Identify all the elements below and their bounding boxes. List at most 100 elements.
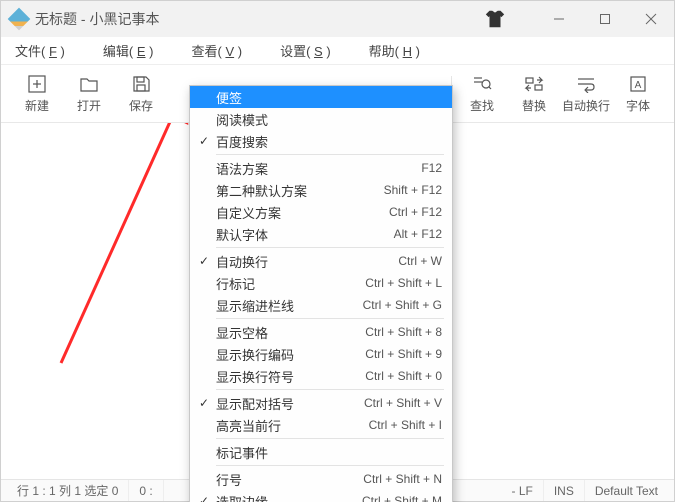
app-window: 无标题 - 小黑记事本 文件( F ) 编辑( E ) 查看( V ) 设置( … (0, 0, 675, 502)
wrap-icon (575, 74, 597, 94)
menu-item-label: 行标记 (214, 274, 355, 293)
menu-item-shortcut: Ctrl + Shift + L (355, 276, 442, 290)
menu-item-label: 默认字体 (214, 225, 384, 244)
search-icon (471, 74, 493, 94)
menu-separator (216, 247, 444, 248)
menu-separator (216, 438, 444, 439)
check-icon: ✓ (194, 134, 214, 148)
save-label: 保存 (129, 97, 153, 114)
status-line-ending: - LF (501, 480, 543, 501)
find-label: 查找 (470, 97, 494, 114)
status-insert-mode: INS (544, 480, 585, 501)
check-icon: ✓ (194, 494, 214, 502)
menu-item-label: 显示换行符号 (214, 367, 355, 386)
app-icon (8, 8, 31, 31)
menu-item-label: 语法方案 (214, 159, 411, 178)
wrap-label: 自动换行 (562, 97, 610, 114)
menu-item-shortcut: Ctrl + Shift + 8 (355, 325, 442, 339)
status-counter: 0 : (129, 480, 163, 501)
menu-separator (216, 389, 444, 390)
view-menu-item[interactable]: 显示缩进栏线Ctrl + Shift + G (190, 294, 452, 316)
close-button[interactable] (628, 4, 674, 34)
menu-item-label: 选取边缘 (214, 492, 352, 502)
font-label: 字体 (626, 97, 650, 114)
menu-separator (216, 318, 444, 319)
find-button[interactable]: 查找 (456, 74, 508, 114)
svg-text:A: A (635, 80, 642, 91)
view-menu-item[interactable]: 自定义方案Ctrl + F12 (190, 201, 452, 223)
new-icon (26, 74, 48, 94)
view-menu-dropdown: 便签阅读模式✓百度搜索语法方案F12第二种默认方案Shift + F12自定义方… (189, 85, 453, 502)
view-menu-item[interactable]: ✓自动换行Ctrl + W (190, 250, 452, 272)
status-position: 行 1 : 1 列 1 选定 0 (7, 480, 129, 501)
view-menu-item[interactable]: 第二种默认方案Shift + F12 (190, 179, 452, 201)
annotation-arrow (1, 123, 201, 393)
view-menu-item[interactable]: ✓显示配对括号Ctrl + Shift + V (190, 392, 452, 414)
replace-icon (523, 74, 545, 94)
menu-item-shortcut: Ctrl + Shift + N (353, 472, 442, 486)
font-icon: A (627, 74, 649, 94)
view-menu-item[interactable]: 显示空格Ctrl + Shift + 8 (190, 321, 452, 343)
view-menu-item[interactable]: 便签 (190, 86, 452, 108)
menu-item-shortcut: Alt + F12 (384, 227, 442, 241)
titlebar: 无标题 - 小黑记事本 (1, 1, 674, 37)
status-text-type: Default Text (585, 480, 668, 501)
menu-item-label: 显示换行编码 (214, 345, 355, 364)
new-button[interactable]: 新建 (11, 74, 63, 114)
minimize-button[interactable] (536, 4, 582, 34)
menu-item-label: 便签 (214, 88, 432, 107)
menu-item-label: 高亮当前行 (214, 416, 359, 435)
view-menu-item[interactable]: ✓选取边缘Ctrl + Shift + M (190, 490, 452, 502)
wrap-button[interactable]: 自动换行 (560, 74, 612, 114)
view-menu-item[interactable]: 显示换行符号Ctrl + Shift + 0 (190, 365, 452, 387)
check-icon: ✓ (194, 396, 214, 410)
menu-view[interactable]: 查看( V ) (191, 41, 242, 60)
menu-item-shortcut: Ctrl + Shift + I (359, 418, 442, 432)
menu-file[interactable]: 文件( F ) (15, 41, 65, 60)
menu-separator (216, 154, 444, 155)
menu-help[interactable]: 帮助( H ) (369, 41, 420, 60)
menu-item-label: 阅读模式 (214, 110, 432, 129)
view-menu-item[interactable]: 默认字体Alt + F12 (190, 223, 452, 245)
view-menu-item[interactable]: 高亮当前行Ctrl + Shift + I (190, 414, 452, 436)
menu-item-label: 显示配对括号 (214, 394, 354, 413)
view-menu-item[interactable]: 标记事件 (190, 441, 452, 463)
menubar: 文件( F ) 编辑( E ) 查看( V ) 设置( S ) 帮助( H ) (1, 37, 674, 65)
menu-edit[interactable]: 编辑( E ) (103, 41, 154, 60)
view-menu-item[interactable]: 行标记Ctrl + Shift + L (190, 272, 452, 294)
menu-item-shortcut: Ctrl + Shift + 9 (355, 347, 442, 361)
menu-item-shortcut: Ctrl + Shift + V (354, 396, 442, 410)
menu-item-shortcut: Ctrl + Shift + 0 (355, 369, 442, 383)
menu-item-label: 行号 (214, 470, 353, 489)
menu-item-label: 标记事件 (214, 443, 432, 462)
menu-item-label: 第二种默认方案 (214, 181, 374, 200)
menu-item-label: 自动换行 (214, 252, 388, 271)
view-menu-item[interactable]: ✓百度搜索 (190, 130, 452, 152)
save-button[interactable]: 保存 (115, 74, 167, 114)
save-icon (130, 74, 152, 94)
view-menu-item[interactable]: 显示换行编码Ctrl + Shift + 9 (190, 343, 452, 365)
menu-item-shortcut: Ctrl + F12 (379, 205, 442, 219)
menu-item-shortcut: Ctrl + Shift + M (352, 494, 442, 502)
font-button[interactable]: A 字体 (612, 74, 664, 114)
view-menu-item[interactable]: 语法方案F12 (190, 157, 452, 179)
open-icon (78, 74, 100, 94)
open-label: 打开 (77, 97, 101, 114)
menu-item-shortcut: Ctrl + W (388, 254, 442, 268)
app-title: 无标题 - 小黑记事本 (35, 9, 159, 29)
open-button[interactable]: 打开 (63, 74, 115, 114)
menu-item-label: 显示空格 (214, 323, 355, 342)
new-label: 新建 (25, 97, 49, 114)
tshirt-icon[interactable] (484, 8, 506, 30)
menu-item-shortcut: F12 (411, 161, 442, 175)
check-icon: ✓ (194, 254, 214, 268)
menu-item-label: 显示缩进栏线 (214, 296, 353, 315)
maximize-button[interactable] (582, 4, 628, 34)
replace-label: 替换 (522, 97, 546, 114)
replace-button[interactable]: 替换 (508, 74, 560, 114)
view-menu-item[interactable]: 阅读模式 (190, 108, 452, 130)
menu-separator (216, 465, 444, 466)
view-menu-item[interactable]: 行号Ctrl + Shift + N (190, 468, 452, 490)
menu-settings[interactable]: 设置( S ) (280, 41, 331, 60)
menu-item-label: 百度搜索 (214, 132, 432, 151)
